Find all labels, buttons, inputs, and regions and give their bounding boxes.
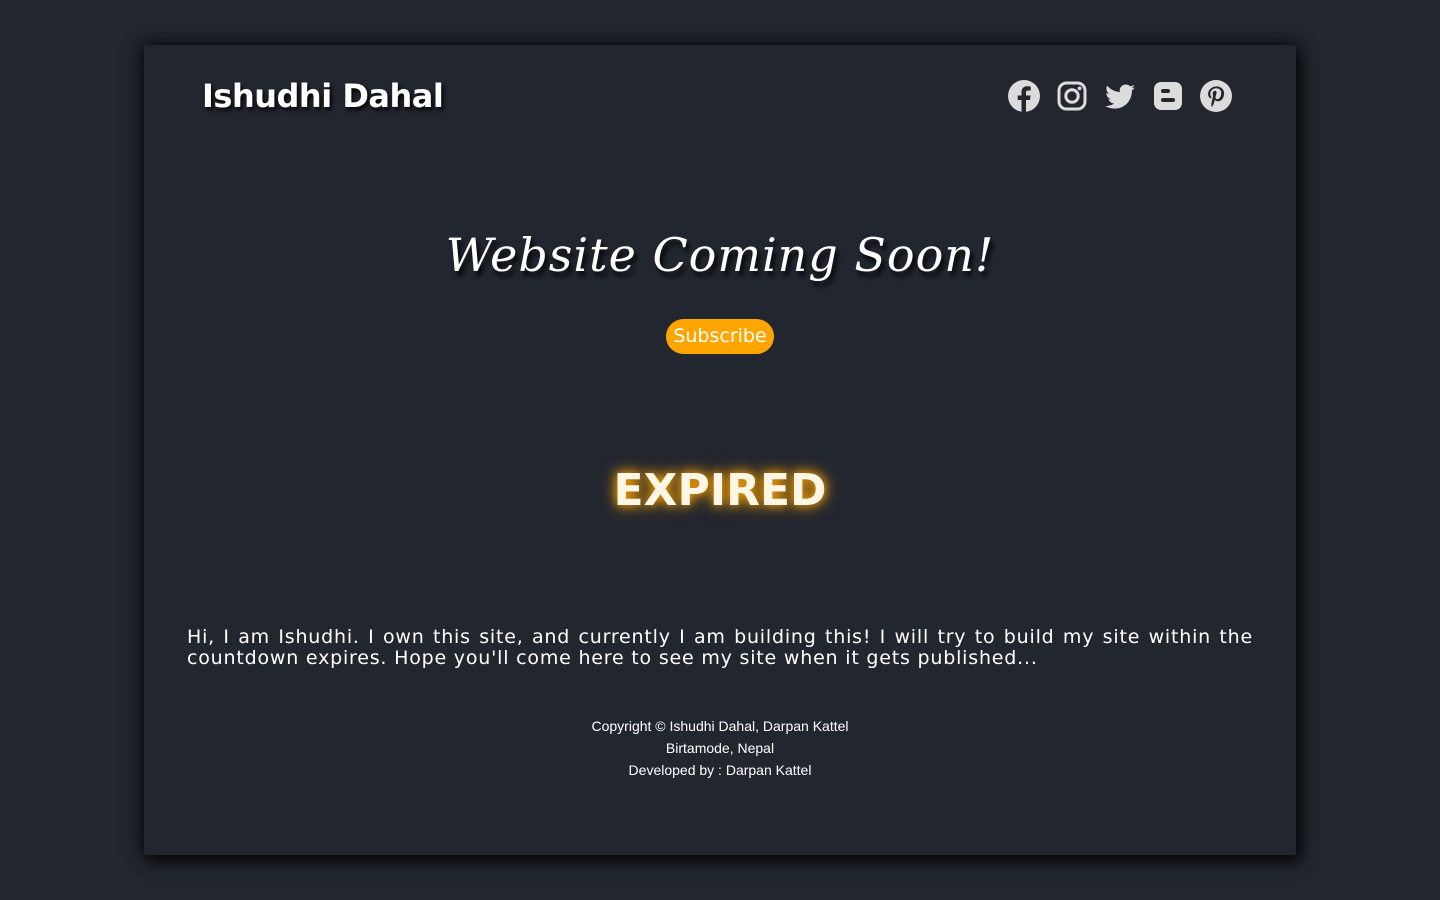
facebook-icon (1008, 80, 1040, 112)
social-links (1008, 80, 1232, 112)
site-brand: Ishudhi Dahal (202, 77, 444, 115)
location-text: Birtamode, Nepal (665, 740, 775, 756)
countdown-status: EXPIRED (613, 465, 827, 516)
blogger-icon (1154, 82, 1182, 110)
copyright-text: Copyright © Ishudhi Dahal, Darpan Kattel (591, 718, 849, 734)
pinterest-icon (1200, 80, 1232, 112)
pinterest-link[interactable] (1200, 80, 1232, 112)
footer: Copyright © Ishudhi Dahal, Darpan Kattel… (144, 715, 1296, 781)
twitter-link[interactable] (1104, 80, 1136, 112)
blogger-link[interactable] (1152, 80, 1184, 112)
about-paragraph: Hi, I am Ishudhi. I own this site, and c… (187, 626, 1253, 669)
instagram-link[interactable] (1056, 80, 1088, 112)
twitter-icon (1105, 84, 1135, 109)
developer-credit: Developed by : Darpan Kattel (628, 762, 812, 778)
facebook-link[interactable] (1008, 80, 1040, 112)
main-card: Ishudhi Dahal Website Coming Soon! Subsc… (144, 45, 1296, 855)
coming-soon-headline: Website Coming Soon! (445, 228, 995, 282)
instagram-icon (1057, 81, 1087, 111)
subscribe-button[interactable]: Subscribe (666, 319, 774, 354)
